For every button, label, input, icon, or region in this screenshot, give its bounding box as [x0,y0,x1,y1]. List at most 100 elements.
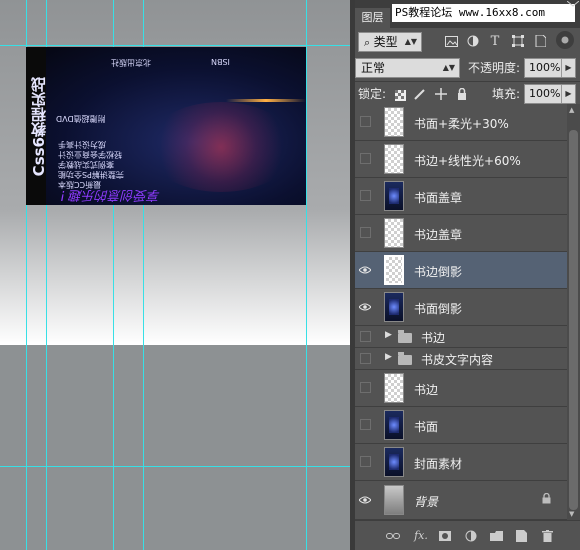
layer-row-selected[interactable]: 书边倒影 [355,252,567,289]
disc-label: 附赠超值DVD [56,114,106,123]
eye-icon[interactable] [358,493,372,507]
lock-position-icon[interactable] [435,88,447,100]
filter-kind-select[interactable]: ⌕ 类型 ▲▼ [358,32,422,52]
image-filter-icon[interactable] [443,33,459,49]
lock-label: 锁定: [358,87,387,101]
layer-thumbnail [384,107,404,137]
watermark-text: PS教程论坛 www.16xx8.com [392,4,575,22]
layer-thumbnail [384,255,404,285]
group-name: 书边 [421,331,446,345]
lock-image-pixels-icon[interactable] [414,88,426,100]
link-layers-icon[interactable] [385,528,401,544]
layer-row-background[interactable]: 背景 [355,481,567,520]
layer-name: 书边+线性光+60% [414,154,521,168]
guide-vertical[interactable] [306,0,307,550]
opacity-value: 100% [529,61,561,74]
fill-input[interactable]: 100% ▶ [524,84,576,104]
scroll-down-icon[interactable]: ▼ [569,510,574,518]
layer-thumbnail [384,447,404,477]
visibility-toggle[interactable] [360,190,371,201]
layer-name: 书面 [414,420,439,434]
folder-icon [398,330,412,343]
layer-row[interactable]: 书面 [355,407,567,444]
eye-icon[interactable] [358,263,372,277]
visibility-toggle[interactable] [360,227,371,238]
layer-group-row[interactable]: ▶ 书皮文字内容 [355,348,567,370]
cover-signature: 享受创意的乐趣 ! [60,187,161,202]
layer-row[interactable]: 书边 [355,370,567,407]
new-layer-icon[interactable] [513,528,529,544]
opacity-input[interactable]: 100% ▶ [524,58,576,78]
tab-layers[interactable]: 图层 [355,8,390,28]
group-name: 书皮文字内容 [421,353,494,367]
layer-row[interactable]: 书面+柔光+30% [355,104,567,141]
book-spine: Css6教程实战 [26,47,48,205]
layer-thumbnail [384,144,404,174]
visibility-toggle[interactable] [360,456,371,467]
scroll-thumb[interactable] [569,130,578,510]
chevron-down-icon[interactable]: ▶ [561,85,575,103]
chevron-down-icon[interactable]: ▶ [561,59,575,77]
layer-name: 书面盖章 [414,191,463,205]
chevron-updown-icon: ▲▼ [442,63,455,72]
visibility-toggle[interactable] [360,153,371,164]
adjustment-layer-icon[interactable] [463,528,479,544]
layers-footer-toolbar: fx. [355,520,580,550]
new-group-icon[interactable] [488,528,504,544]
layer-row[interactable]: 书面盖章 [355,178,567,215]
eye-icon[interactable] [358,300,372,314]
type-filter-icon[interactable]: T [487,33,503,49]
layer-thumbnail [384,218,404,248]
lock-row: 锁定: 填充: 100% ▶ [355,82,580,106]
fx-layer-style-icon[interactable]: fx. [413,528,429,544]
blend-mode-select[interactable]: 正常 ▲▼ [355,58,460,78]
search-icon: ⌕ [364,36,374,49]
visibility-toggle[interactable] [360,382,371,393]
adjustment-filter-icon[interactable] [465,33,481,49]
guide-horizontal[interactable] [0,45,350,46]
layer-thumbnail [384,292,404,322]
guide-horizontal[interactable] [0,466,350,467]
panel-tab-bar: 图层 PS教程论坛 www.16xx8.com [355,0,580,28]
visibility-toggle[interactable] [360,116,371,127]
filter-row: ⌕ 类型 ▲▼ T [355,28,580,56]
visibility-toggle[interactable] [360,353,371,364]
layer-name: 书面倒影 [414,302,463,316]
blend-mode-value: 正常 [361,61,386,75]
panel-menu-icon[interactable] [565,0,580,8]
layer-name: 书边 [414,383,439,397]
layer-thumbnail [384,373,404,403]
fill-value: 100% [529,87,561,100]
smart-object-filter-icon[interactable] [532,33,548,49]
layers-scrollbar[interactable]: ▲ ▼ [567,104,580,520]
visibility-toggle[interactable] [360,419,371,430]
layer-row[interactable]: 书面倒影 [355,289,567,326]
lens-flare [226,99,306,102]
document-canvas[interactable]: Css6教程实战 北京出版社 ISBN 附赠超值DVD 成为设计高手 轻松学会商… [0,0,350,550]
lock-icon [542,493,551,504]
layer-row[interactable]: 书边+线性光+60% [355,141,567,178]
layer-row[interactable]: 封面素材 [355,444,567,481]
trash-icon[interactable] [539,528,555,544]
layer-group-row[interactable]: ▶ 书边 [355,326,567,348]
folder-icon [398,352,412,365]
light-burst [146,102,296,192]
layer-name: 封面素材 [414,457,463,471]
layers-panel: 图层 PS教程论坛 www.16xx8.com ⌕ 类型 ▲▼ T 正常 ▲▼ … [355,0,580,550]
lock-all-icon[interactable] [456,88,468,100]
opacity-label: 不透明度: [468,61,521,75]
add-mask-icon[interactable] [437,528,453,544]
filter-kind-value: 类型 [373,35,398,49]
shape-filter-icon[interactable] [510,33,526,49]
scroll-up-icon[interactable]: ▲ [569,106,574,114]
book-cover-reflection: Css6教程实战 北京出版社 ISBN 附赠超值DVD 成为设计高手 轻松学会商… [26,47,306,205]
lock-transparent-pixels-icon[interactable] [394,89,406,101]
expand-arrow-icon[interactable]: ▶ [385,352,392,362]
layer-thumbnail [384,410,404,440]
chevron-updown-icon: ▲▼ [404,37,417,46]
visibility-toggle[interactable] [360,331,371,342]
filter-toggle-icon[interactable] [556,31,574,49]
layer-name: 书边盖章 [414,228,463,242]
expand-arrow-icon[interactable]: ▶ [385,330,392,340]
layer-row[interactable]: 书边盖章 [355,215,567,252]
